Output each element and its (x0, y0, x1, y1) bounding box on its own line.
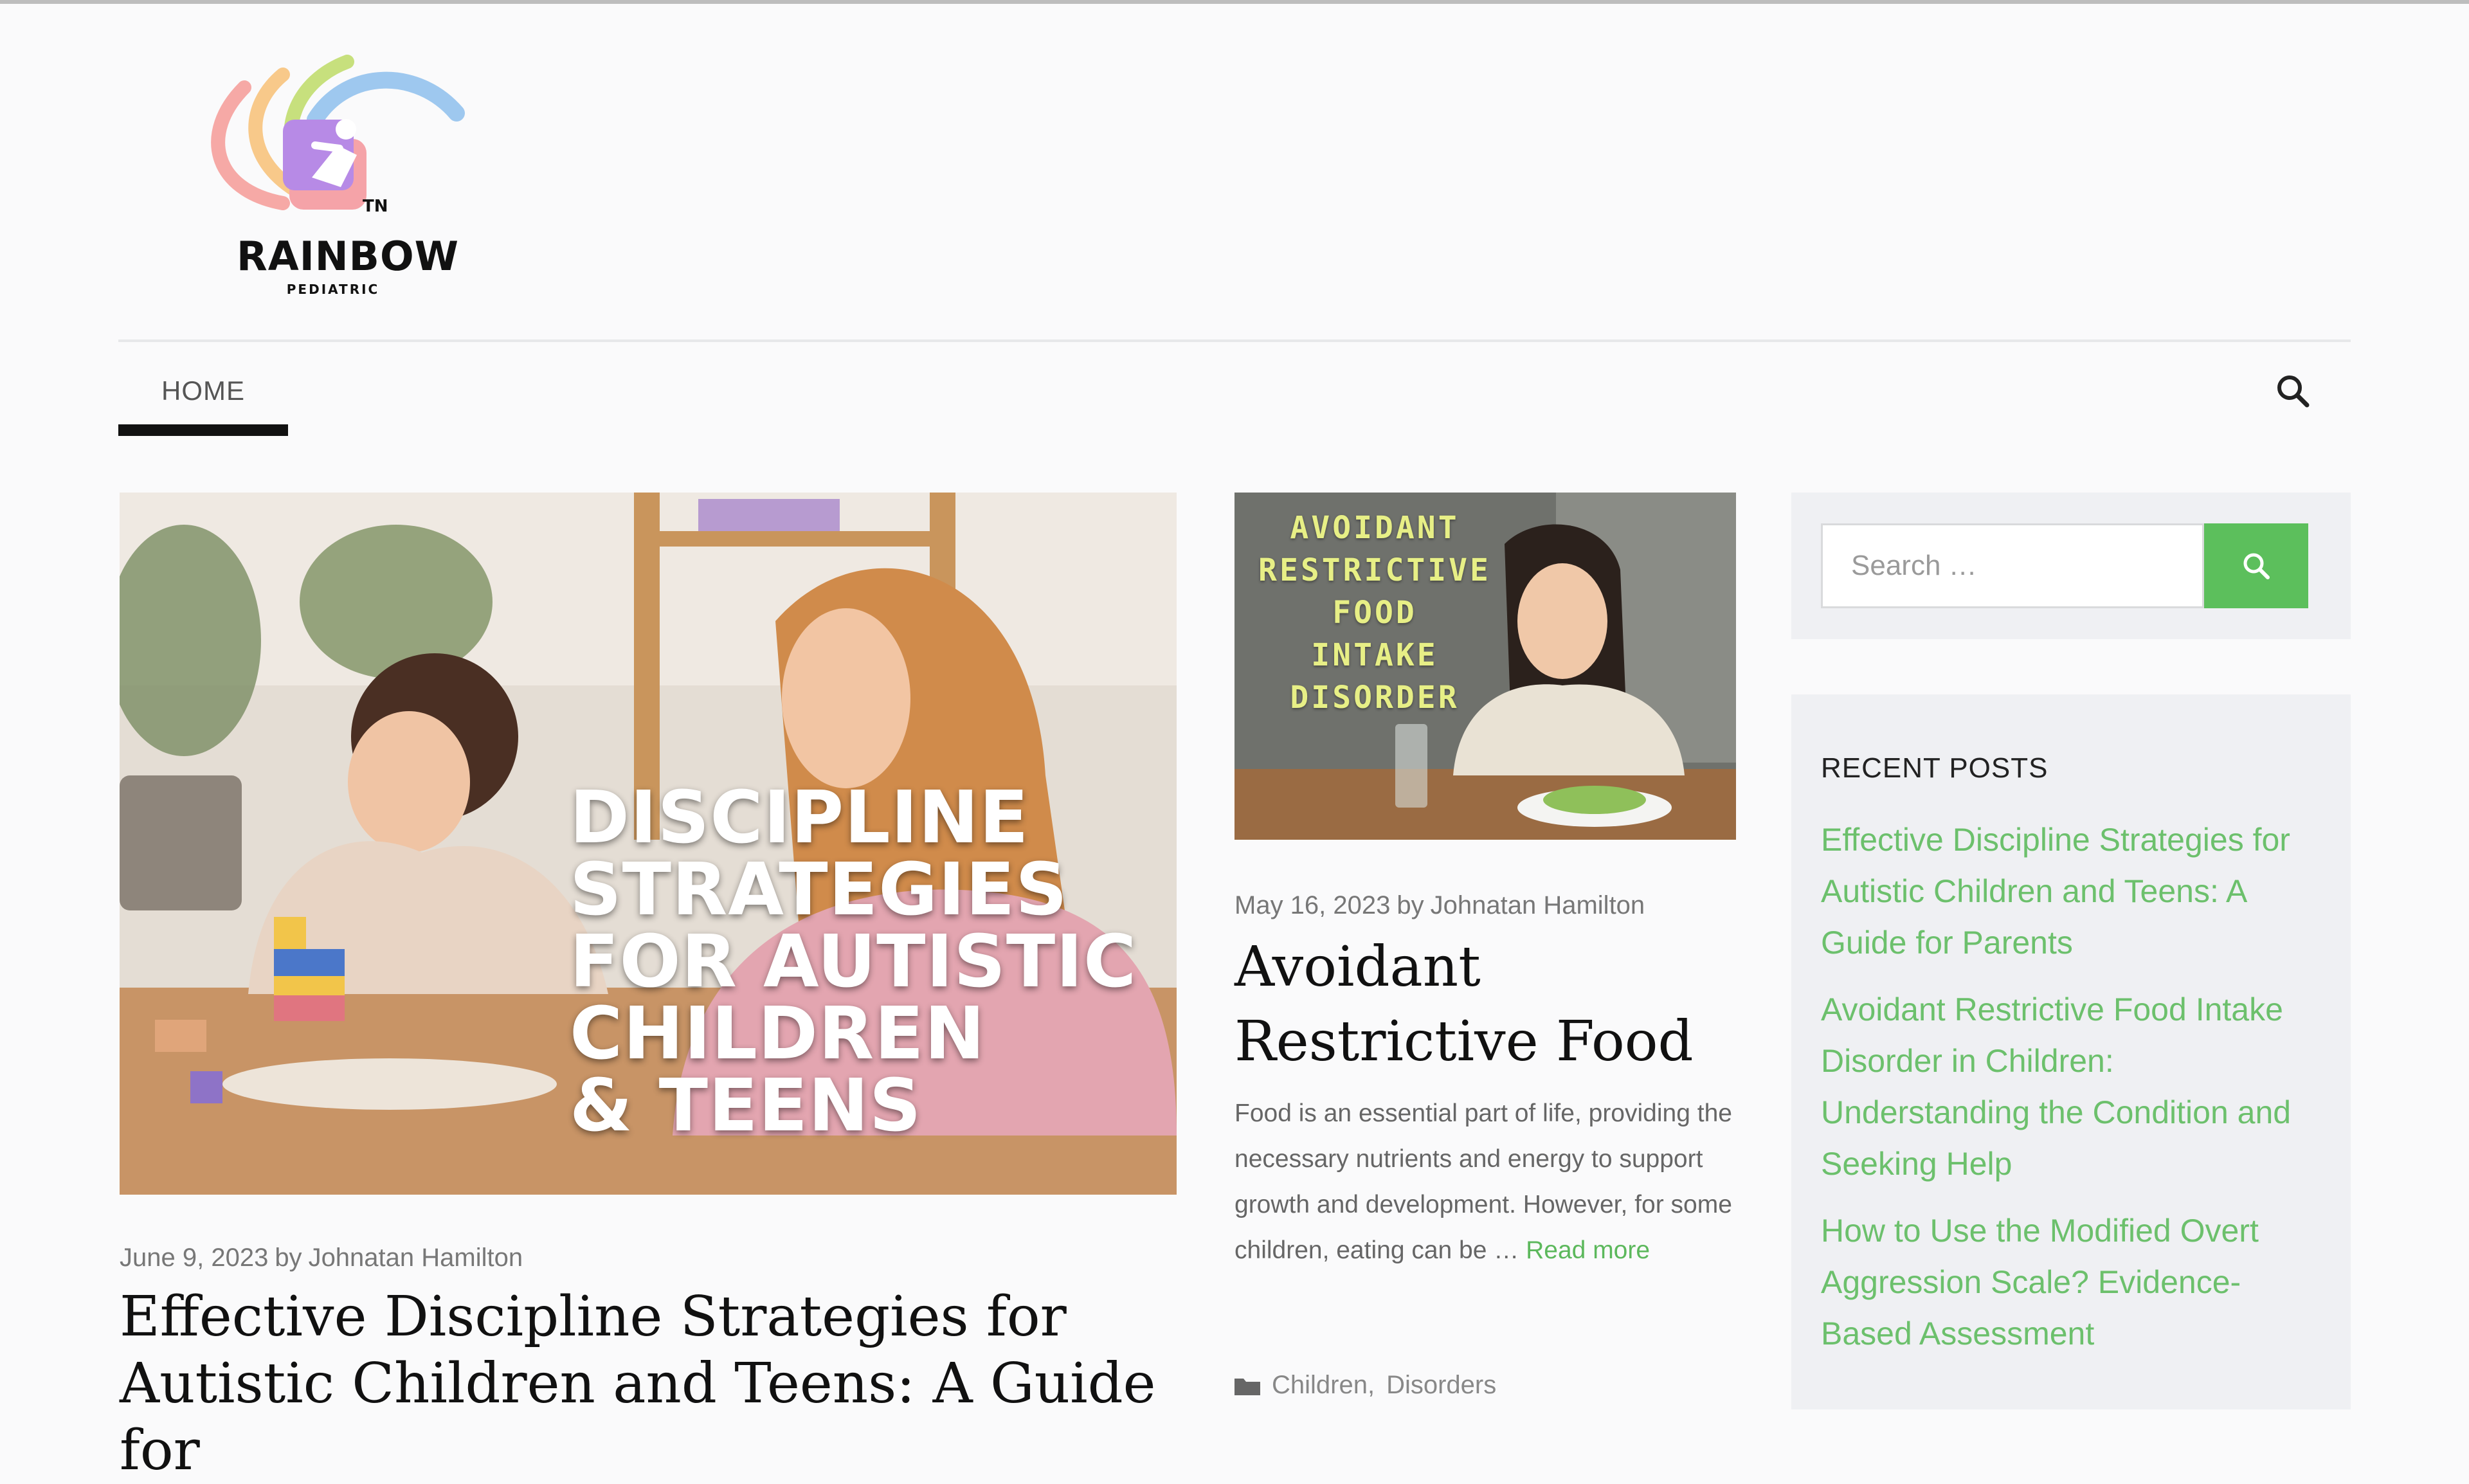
card-post-title[interactable]: Avoidant Restrictive Food (1234, 930, 1723, 1079)
by-label: by (275, 1244, 302, 1272)
rainbow-logo-mark (211, 55, 465, 210)
featured-caption-line: & TEENS (570, 1064, 922, 1148)
post-date[interactable]: June 9, 2023 (120, 1244, 268, 1272)
recent-post-link[interactable]: Effective Discipline Strategies for Auti… (1821, 814, 2329, 968)
search-submit-button[interactable] (2204, 523, 2308, 608)
by-label: by (1397, 891, 1424, 919)
search-icon (2243, 553, 2270, 579)
card-caption-line: INTAKE (1311, 637, 1438, 673)
featured-image-caption: DISCIPLINE STRATEGIES FOR AUTISTIC CHILD… (570, 782, 1161, 1142)
card-post-image[interactable]: AVOIDANT RESTRICTIVE FOOD INTAKE DISORDE… (1234, 493, 1736, 840)
featured-caption-line: STRATEGIES (570, 848, 1068, 932)
logo-name: RAINBOW (237, 233, 460, 280)
card-caption-line: FOOD (1332, 595, 1417, 631)
card-caption-line: AVOIDANT (1290, 510, 1460, 546)
logo-subtitle: PEDIATRIC (286, 282, 380, 297)
logo-tm: TN (363, 197, 388, 216)
card-post-excerpt: Food is an essential part of life, provi… (1234, 1090, 1742, 1273)
post-author[interactable]: Johnatan Hamilton (1431, 891, 1645, 919)
search-icon[interactable] (2274, 372, 2312, 410)
nav-item-home[interactable]: HOME (118, 372, 288, 436)
recent-posts-heading: RECENT POSTS (1821, 752, 2048, 784)
post-author[interactable]: Johnatan Hamilton (309, 1244, 523, 1272)
sidebar-search-widget (1791, 493, 2351, 639)
post-date[interactable]: May 16, 2023 (1234, 891, 1390, 919)
folder-icon (1234, 1378, 1260, 1395)
featured-caption-line: DISCIPLINE (570, 776, 1029, 860)
featured-post-image[interactable]: DISCIPLINE STRATEGIES FOR AUTISTIC CHILD… (120, 493, 1177, 1195)
read-more-link[interactable]: Read more (1526, 1236, 1650, 1264)
category-link-children[interactable]: Children, (1272, 1371, 1375, 1400)
card-caption-line: RESTRICTIVE (1258, 552, 1491, 588)
recent-post-link[interactable]: Avoidant Restrictive Food Intake Disorde… (1821, 984, 2329, 1190)
recent-posts-list: Effective Discipline Strategies for Auti… (1821, 814, 2329, 1375)
card-post-meta: May 16, 2023 by Johnatan Hamilton (1234, 891, 1645, 920)
featured-caption-line: FOR AUTISTIC (570, 920, 1137, 1004)
recent-posts-widget: RECENT POSTS Effective Discipline Strate… (1791, 694, 2351, 1409)
card-image-caption: AVOIDANT RESTRICTIVE FOOD INTAKE DISORDE… (1240, 507, 1510, 719)
card-post-categories: Children, Disorders (1234, 1371, 1496, 1400)
featured-post-meta: June 9, 2023 by Johnatan Hamilton (120, 1244, 523, 1272)
category-link-disorders[interactable]: Disorders (1386, 1371, 1496, 1400)
header-divider (118, 339, 2351, 342)
site-logo[interactable]: TN RAINBOW PEDIATRIC (186, 42, 469, 306)
card-caption-line: DISORDER (1290, 680, 1460, 716)
recent-post-link[interactable]: How to Use the Modified Overt Aggression… (1821, 1205, 2329, 1359)
featured-post-title[interactable]: Effective Discipline Strategies for Auti… (120, 1283, 1200, 1484)
excerpt-text: Food is an essential part of life, provi… (1234, 1099, 1732, 1264)
search-input[interactable] (1821, 523, 2204, 608)
featured-caption-line: CHILDREN (570, 992, 986, 1076)
